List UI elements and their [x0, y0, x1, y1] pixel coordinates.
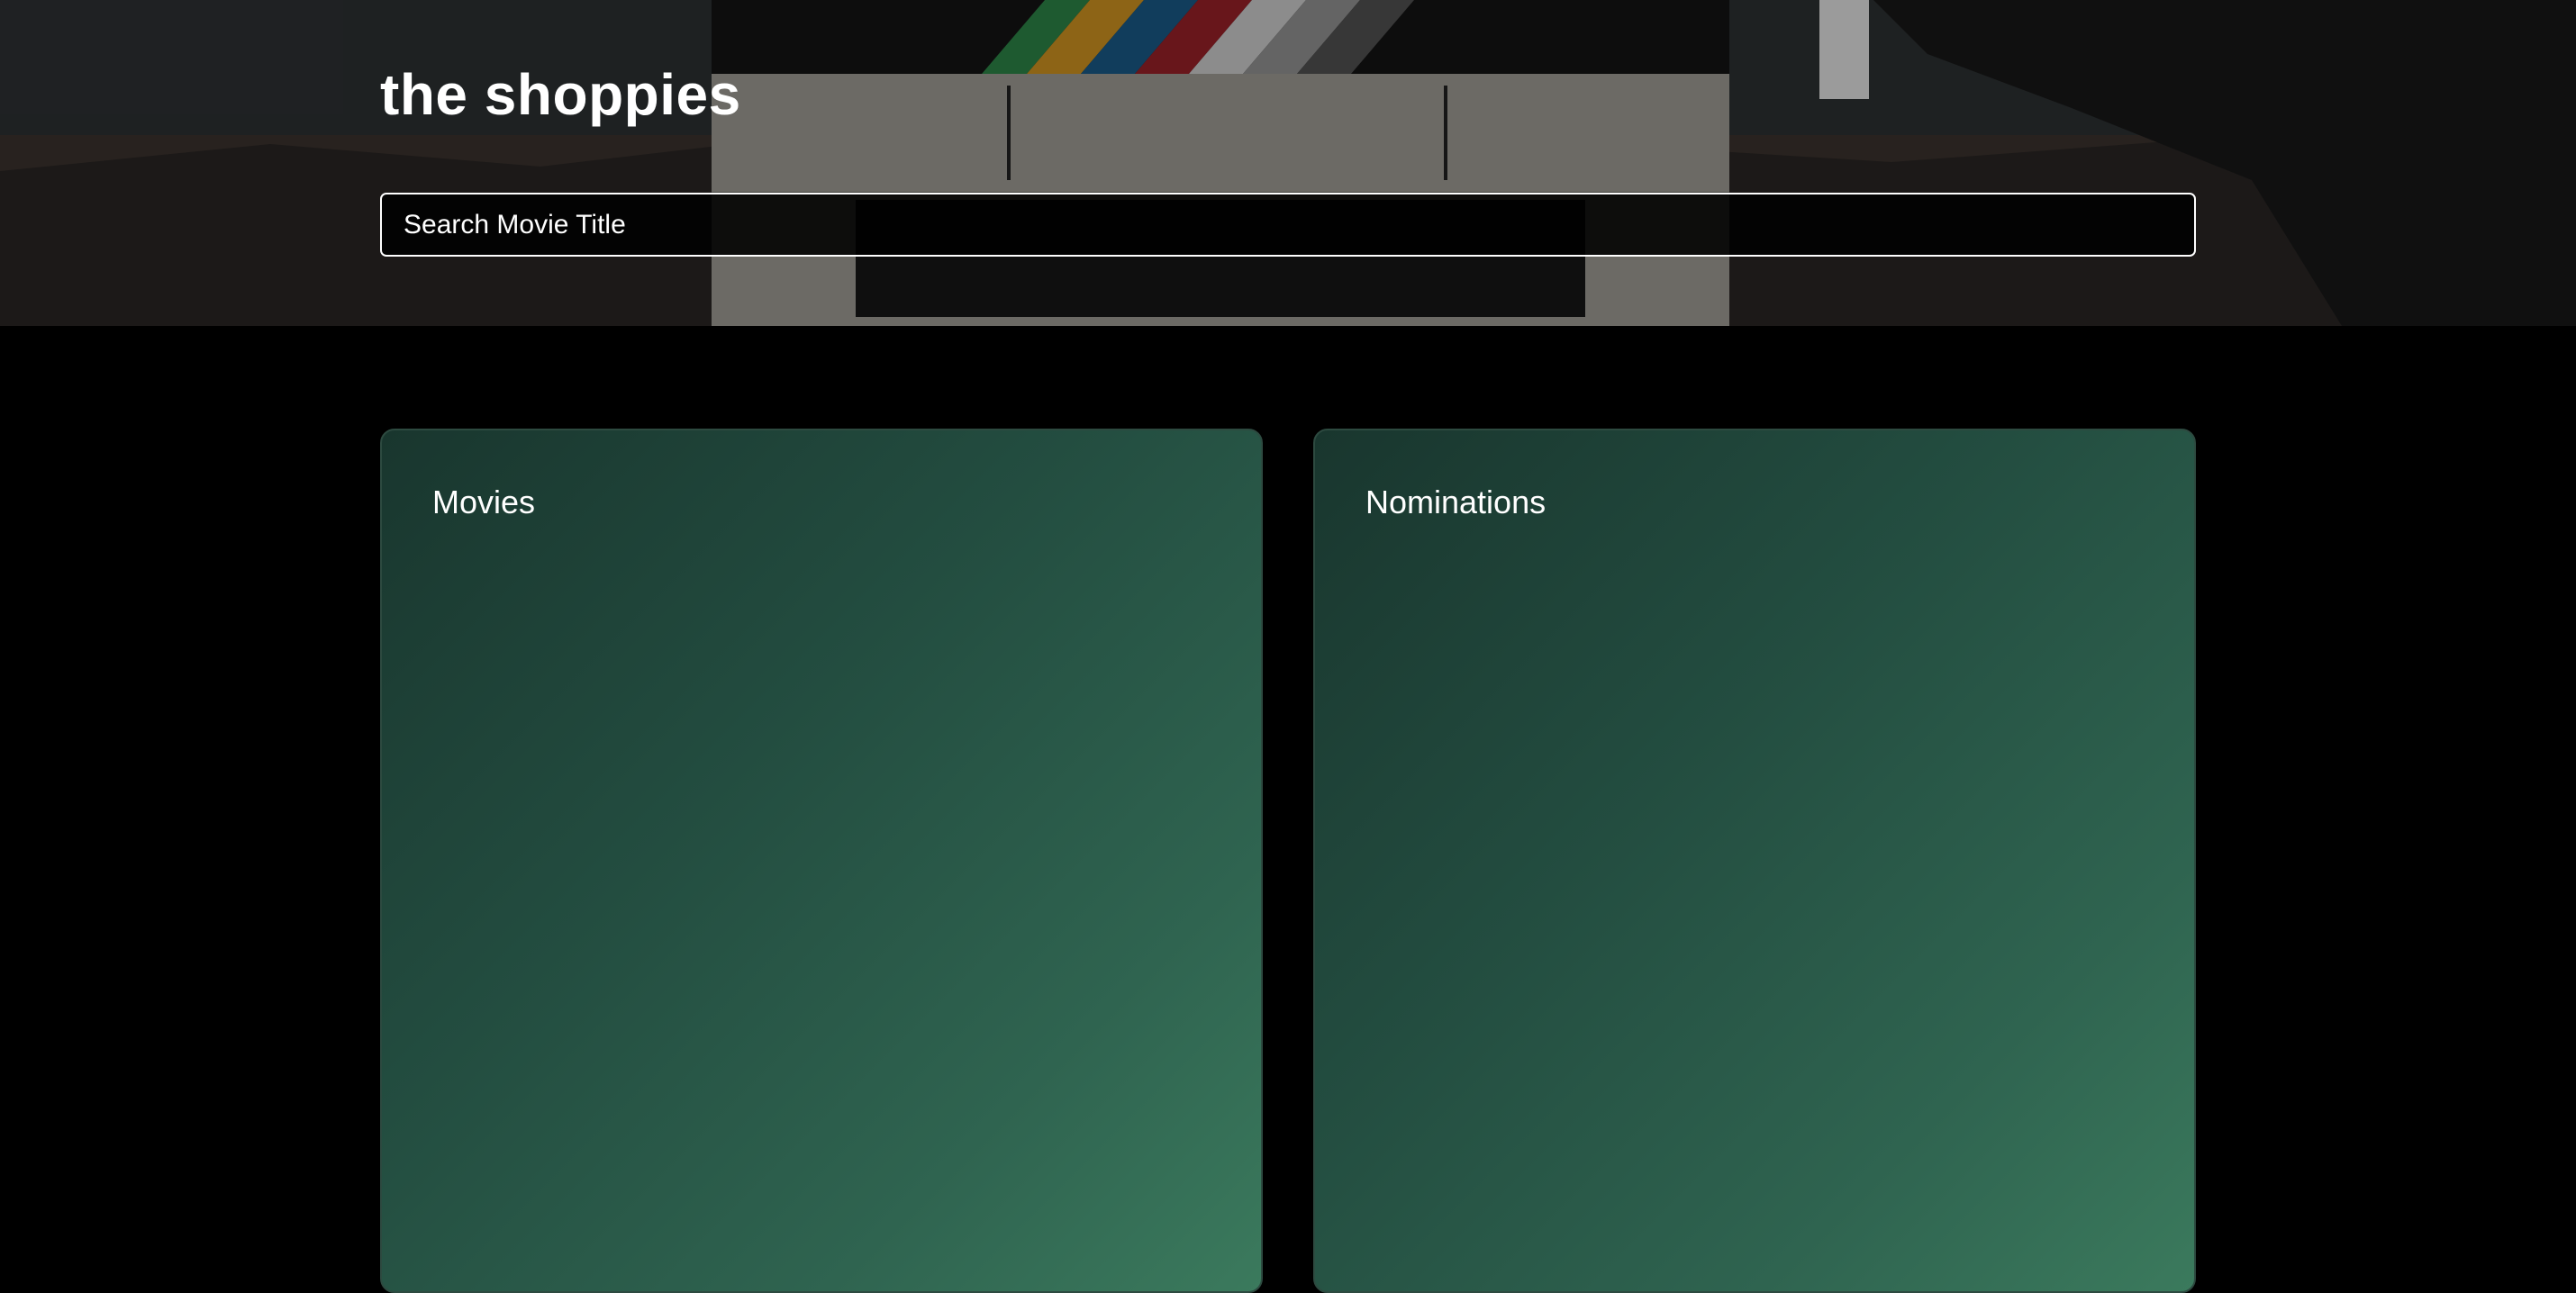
movies-panel: Movies [380, 429, 1263, 1293]
hero-banner: the shoppies [0, 0, 2576, 326]
search-movie-input[interactable] [380, 193, 2196, 257]
site-title: the shoppies [380, 62, 741, 127]
nominations-panel-title: Nominations [1365, 484, 1547, 520]
hero-overlay [0, 0, 2576, 326]
movies-panel-title: Movies [432, 484, 536, 520]
nominations-panel: Nominations [1313, 429, 2196, 1293]
